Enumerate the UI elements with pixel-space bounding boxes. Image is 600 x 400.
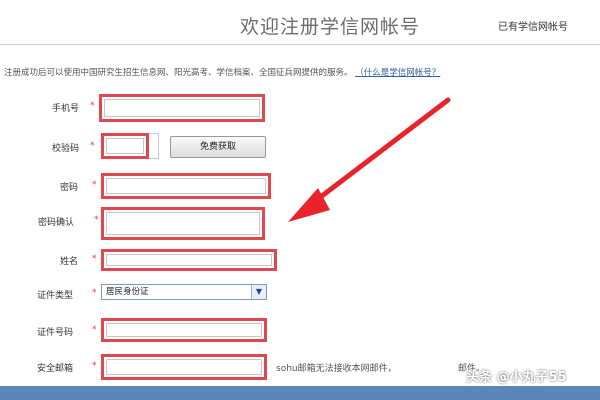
bottom-bar	[0, 386, 600, 400]
red-pointer-arrow	[288, 97, 451, 222]
arrow-shaft	[307, 97, 451, 208]
watermark: 头条 @小丸子55	[466, 370, 567, 385]
